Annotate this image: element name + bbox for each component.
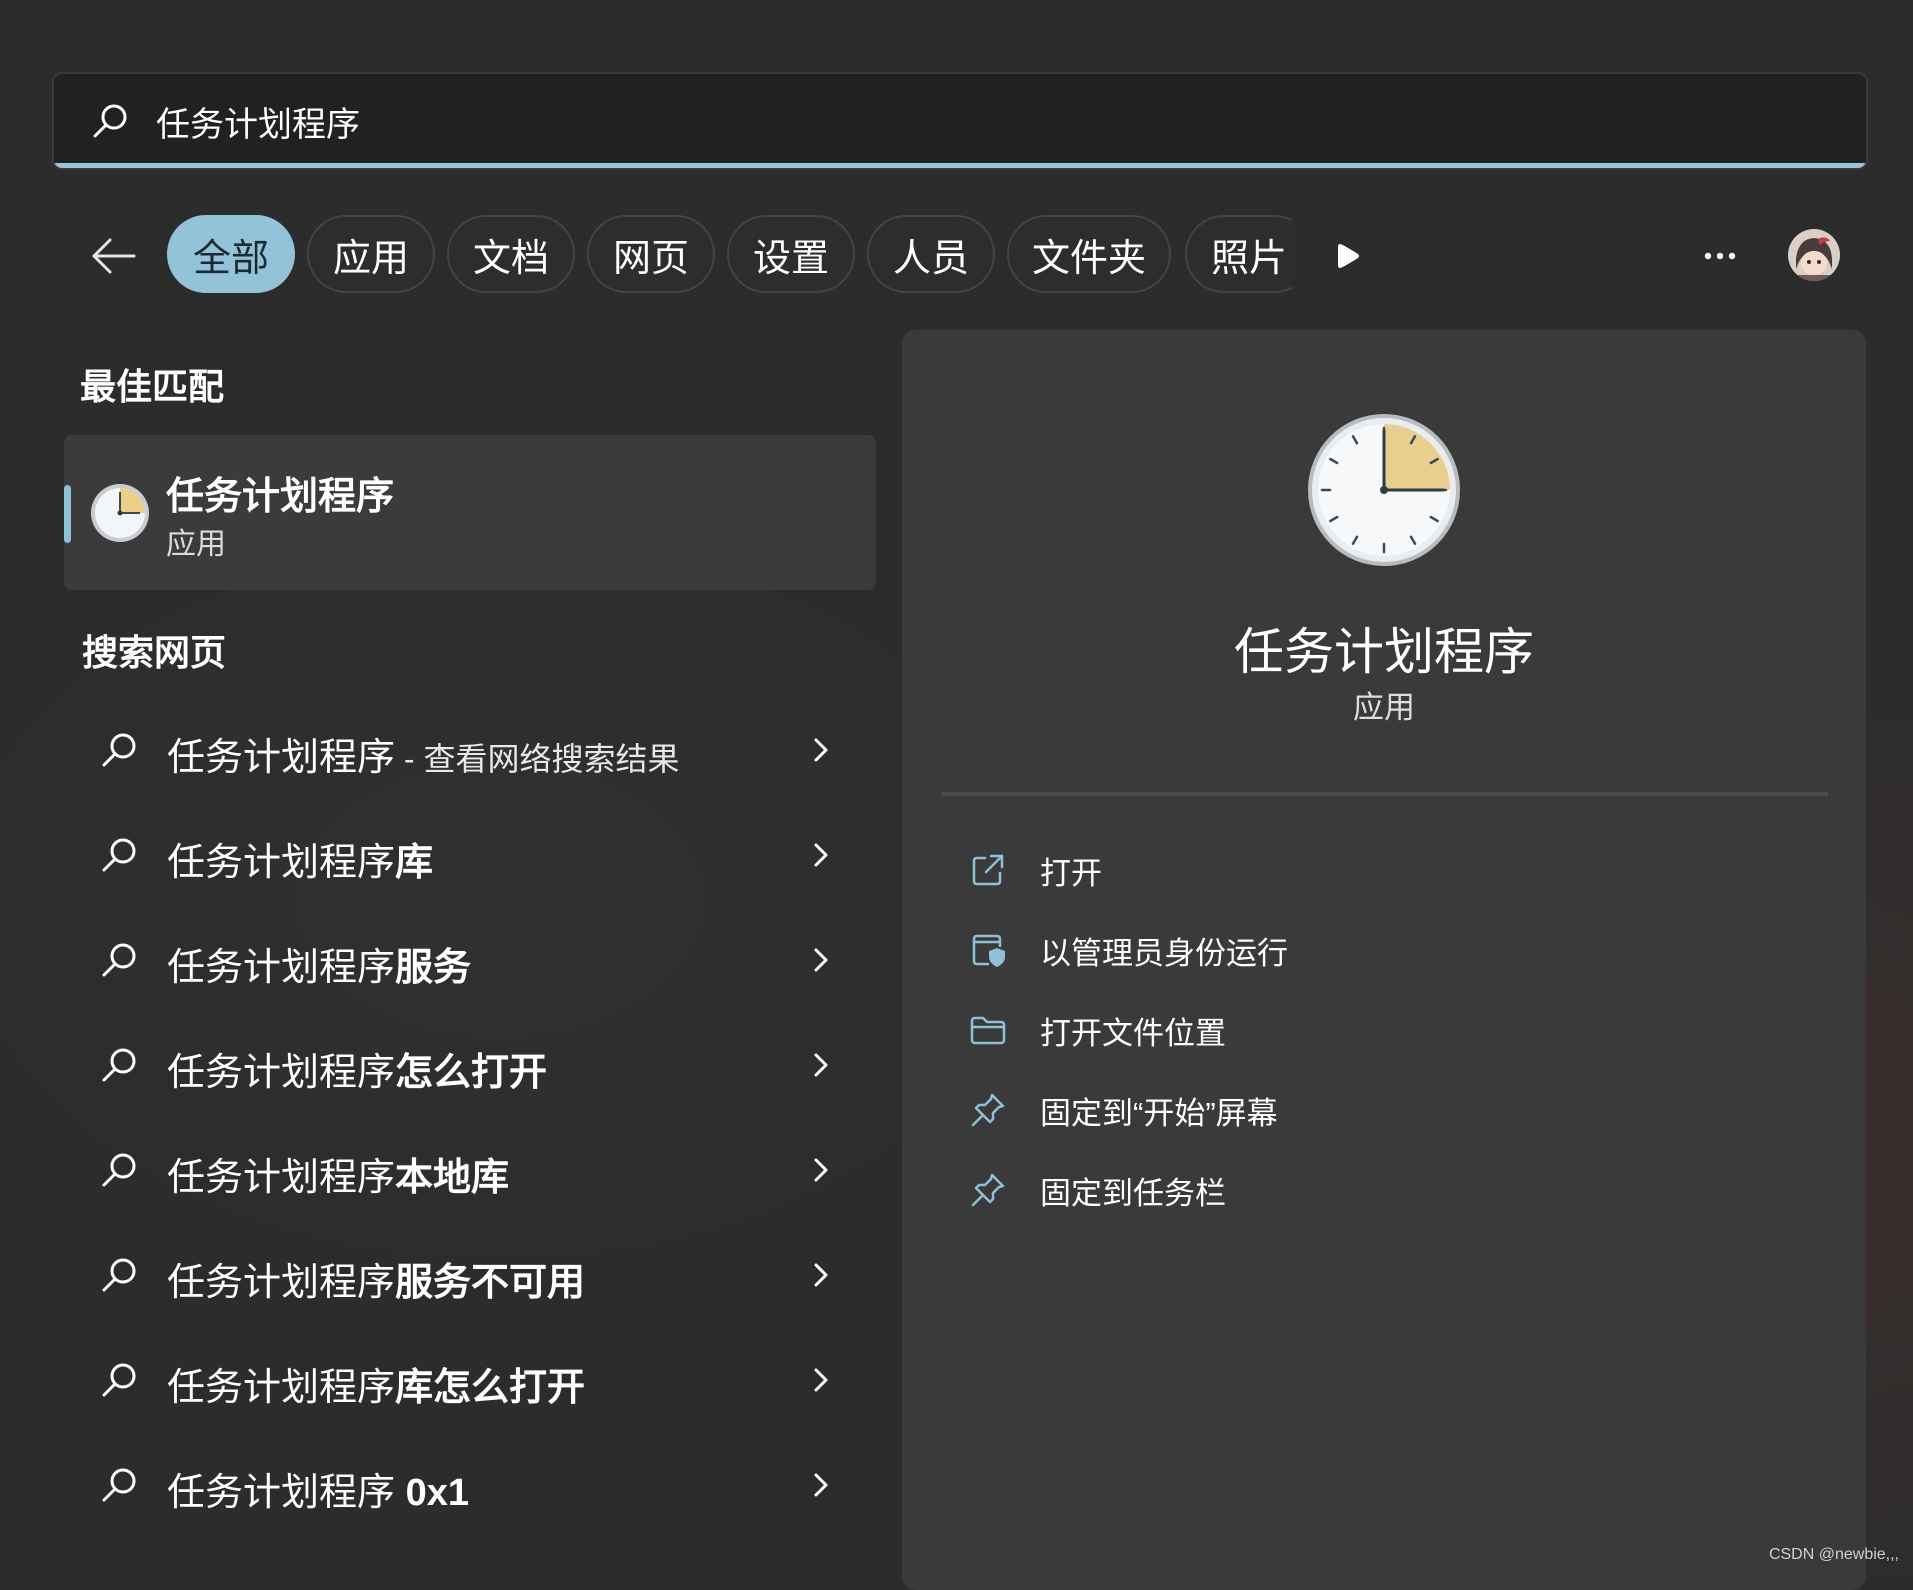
tab-all[interactable]: 全部 xyxy=(167,215,295,293)
action-run-as-admin[interactable]: 以管理员身份运行 xyxy=(958,912,1818,982)
search-icon xyxy=(102,1468,136,1502)
web-result-label: 任务计划程序库怎么打开 xyxy=(167,1367,586,1409)
action-label: 打开文件位置 xyxy=(1040,1016,1226,1051)
divider xyxy=(942,792,1828,796)
search-icon xyxy=(102,733,136,767)
tab-photos[interactable]: 照片 xyxy=(1185,215,1292,293)
action-label: 固定到任务栏 xyxy=(1040,1176,1226,1211)
web-result-label: 任务计划程序服务不可用 xyxy=(167,1262,586,1304)
search-box[interactable] xyxy=(52,72,1868,170)
web-result-row[interactable]: 任务计划程序本地库 xyxy=(64,1120,876,1220)
avatar[interactable] xyxy=(1788,229,1840,281)
chevron-right-icon xyxy=(814,1053,828,1077)
open-external-icon xyxy=(972,854,1004,886)
tab-settings[interactable]: 设置 xyxy=(727,215,855,293)
detail-title: 任务计划程序 xyxy=(1234,624,1534,680)
pin-icon xyxy=(971,1173,1005,1207)
filter-tabs: 全部 应用 文档 网页 设置 人员 文件夹 照片 xyxy=(167,215,1292,295)
search-icon xyxy=(102,838,136,872)
chevron-right-icon xyxy=(814,1473,828,1497)
web-result-label: 任务计划程序库 xyxy=(167,842,434,884)
web-result-row[interactable]: 任务计划程序 - 查看网络搜索结果 xyxy=(64,700,876,800)
pin-icon xyxy=(971,1093,1005,1127)
web-result-label: 任务计划程序 - 查看网络搜索结果 xyxy=(167,737,680,779)
web-result-row[interactable]: 任务计划程序怎么打开 xyxy=(64,1015,876,1115)
search-focus-underline xyxy=(54,163,1866,168)
tab-web[interactable]: 网页 xyxy=(587,215,715,293)
clock-icon xyxy=(1308,414,1460,566)
tab-people[interactable]: 人员 xyxy=(867,215,995,293)
search-icon xyxy=(102,1258,136,1292)
tab-documents[interactable]: 文档 xyxy=(447,215,575,293)
tab-folders[interactable]: 文件夹 xyxy=(1007,215,1171,293)
best-match-item[interactable]: 任务计划程序 应用 xyxy=(64,435,876,590)
action-label: 固定到“开始”屏幕 xyxy=(1040,1096,1278,1131)
web-result-row[interactable]: 任务计划程序库怎么打开 xyxy=(64,1330,876,1430)
watermark: CSDN @newbie,,, xyxy=(1768,1546,1899,1563)
chevron-right-icon xyxy=(814,738,828,762)
web-result-label: 任务计划程序怎么打开 xyxy=(167,1052,548,1094)
detail-pane: 任务计划程序 应用 打开 以管理员身份运行 打开文件位置 固定到“开始”屏幕 固… xyxy=(902,330,1866,1590)
web-result-label: 任务计划程序 0x1 xyxy=(167,1472,469,1514)
best-match-type: 应用 xyxy=(166,528,226,561)
clock-icon xyxy=(91,484,149,542)
web-search-heading: 搜索网页 xyxy=(82,632,227,673)
best-match-heading: 最佳匹配 xyxy=(80,366,225,407)
web-result-row[interactable]: 任务计划程序 0x1 xyxy=(64,1435,876,1535)
web-result-row[interactable]: 任务计划程序服务 xyxy=(64,910,876,1010)
shield-window-icon xyxy=(972,934,1005,967)
back-arrow-icon[interactable] xyxy=(86,228,142,284)
web-result-label: 任务计划程序服务 xyxy=(167,947,472,989)
web-result-label: 任务计划程序本地库 xyxy=(167,1157,510,1199)
chevron-right-icon xyxy=(814,1263,828,1287)
action-open-file-location[interactable]: 打开文件位置 xyxy=(958,992,1818,1062)
search-input[interactable] xyxy=(154,92,1758,150)
chevron-right-icon xyxy=(814,1368,828,1392)
selection-indicator xyxy=(64,485,71,543)
search-icon xyxy=(102,1048,136,1082)
chevron-right-icon xyxy=(814,948,828,972)
folder-icon xyxy=(970,1016,1006,1045)
web-result-row[interactable]: 任务计划程序服务不可用 xyxy=(64,1225,876,1325)
avatar-image-icon xyxy=(1788,229,1840,281)
tab-apps[interactable]: 应用 xyxy=(307,215,435,293)
action-label: 打开 xyxy=(1040,856,1102,891)
chevron-right-icon xyxy=(814,1158,828,1182)
search-icon xyxy=(102,1363,136,1397)
search-icon xyxy=(102,943,136,977)
ellipsis-icon xyxy=(1704,252,1736,260)
best-match-title: 任务计划程序 xyxy=(166,476,395,518)
action-pin-to-taskbar[interactable]: 固定到任务栏 xyxy=(958,1152,1818,1222)
chevron-right-icon xyxy=(814,843,828,867)
action-pin-to-start[interactable]: 固定到“开始”屏幕 xyxy=(958,1072,1818,1142)
action-label: 以管理员身份运行 xyxy=(1040,936,1288,971)
search-icon xyxy=(102,1153,136,1187)
detail-type: 应用 xyxy=(1353,690,1415,725)
web-result-row[interactable]: 任务计划程序库 xyxy=(64,805,876,905)
scroll-right-play-icon[interactable] xyxy=(1328,236,1368,276)
search-icon xyxy=(93,104,127,138)
action-open[interactable]: 打开 xyxy=(958,832,1818,902)
more-options-button[interactable] xyxy=(1695,236,1745,276)
